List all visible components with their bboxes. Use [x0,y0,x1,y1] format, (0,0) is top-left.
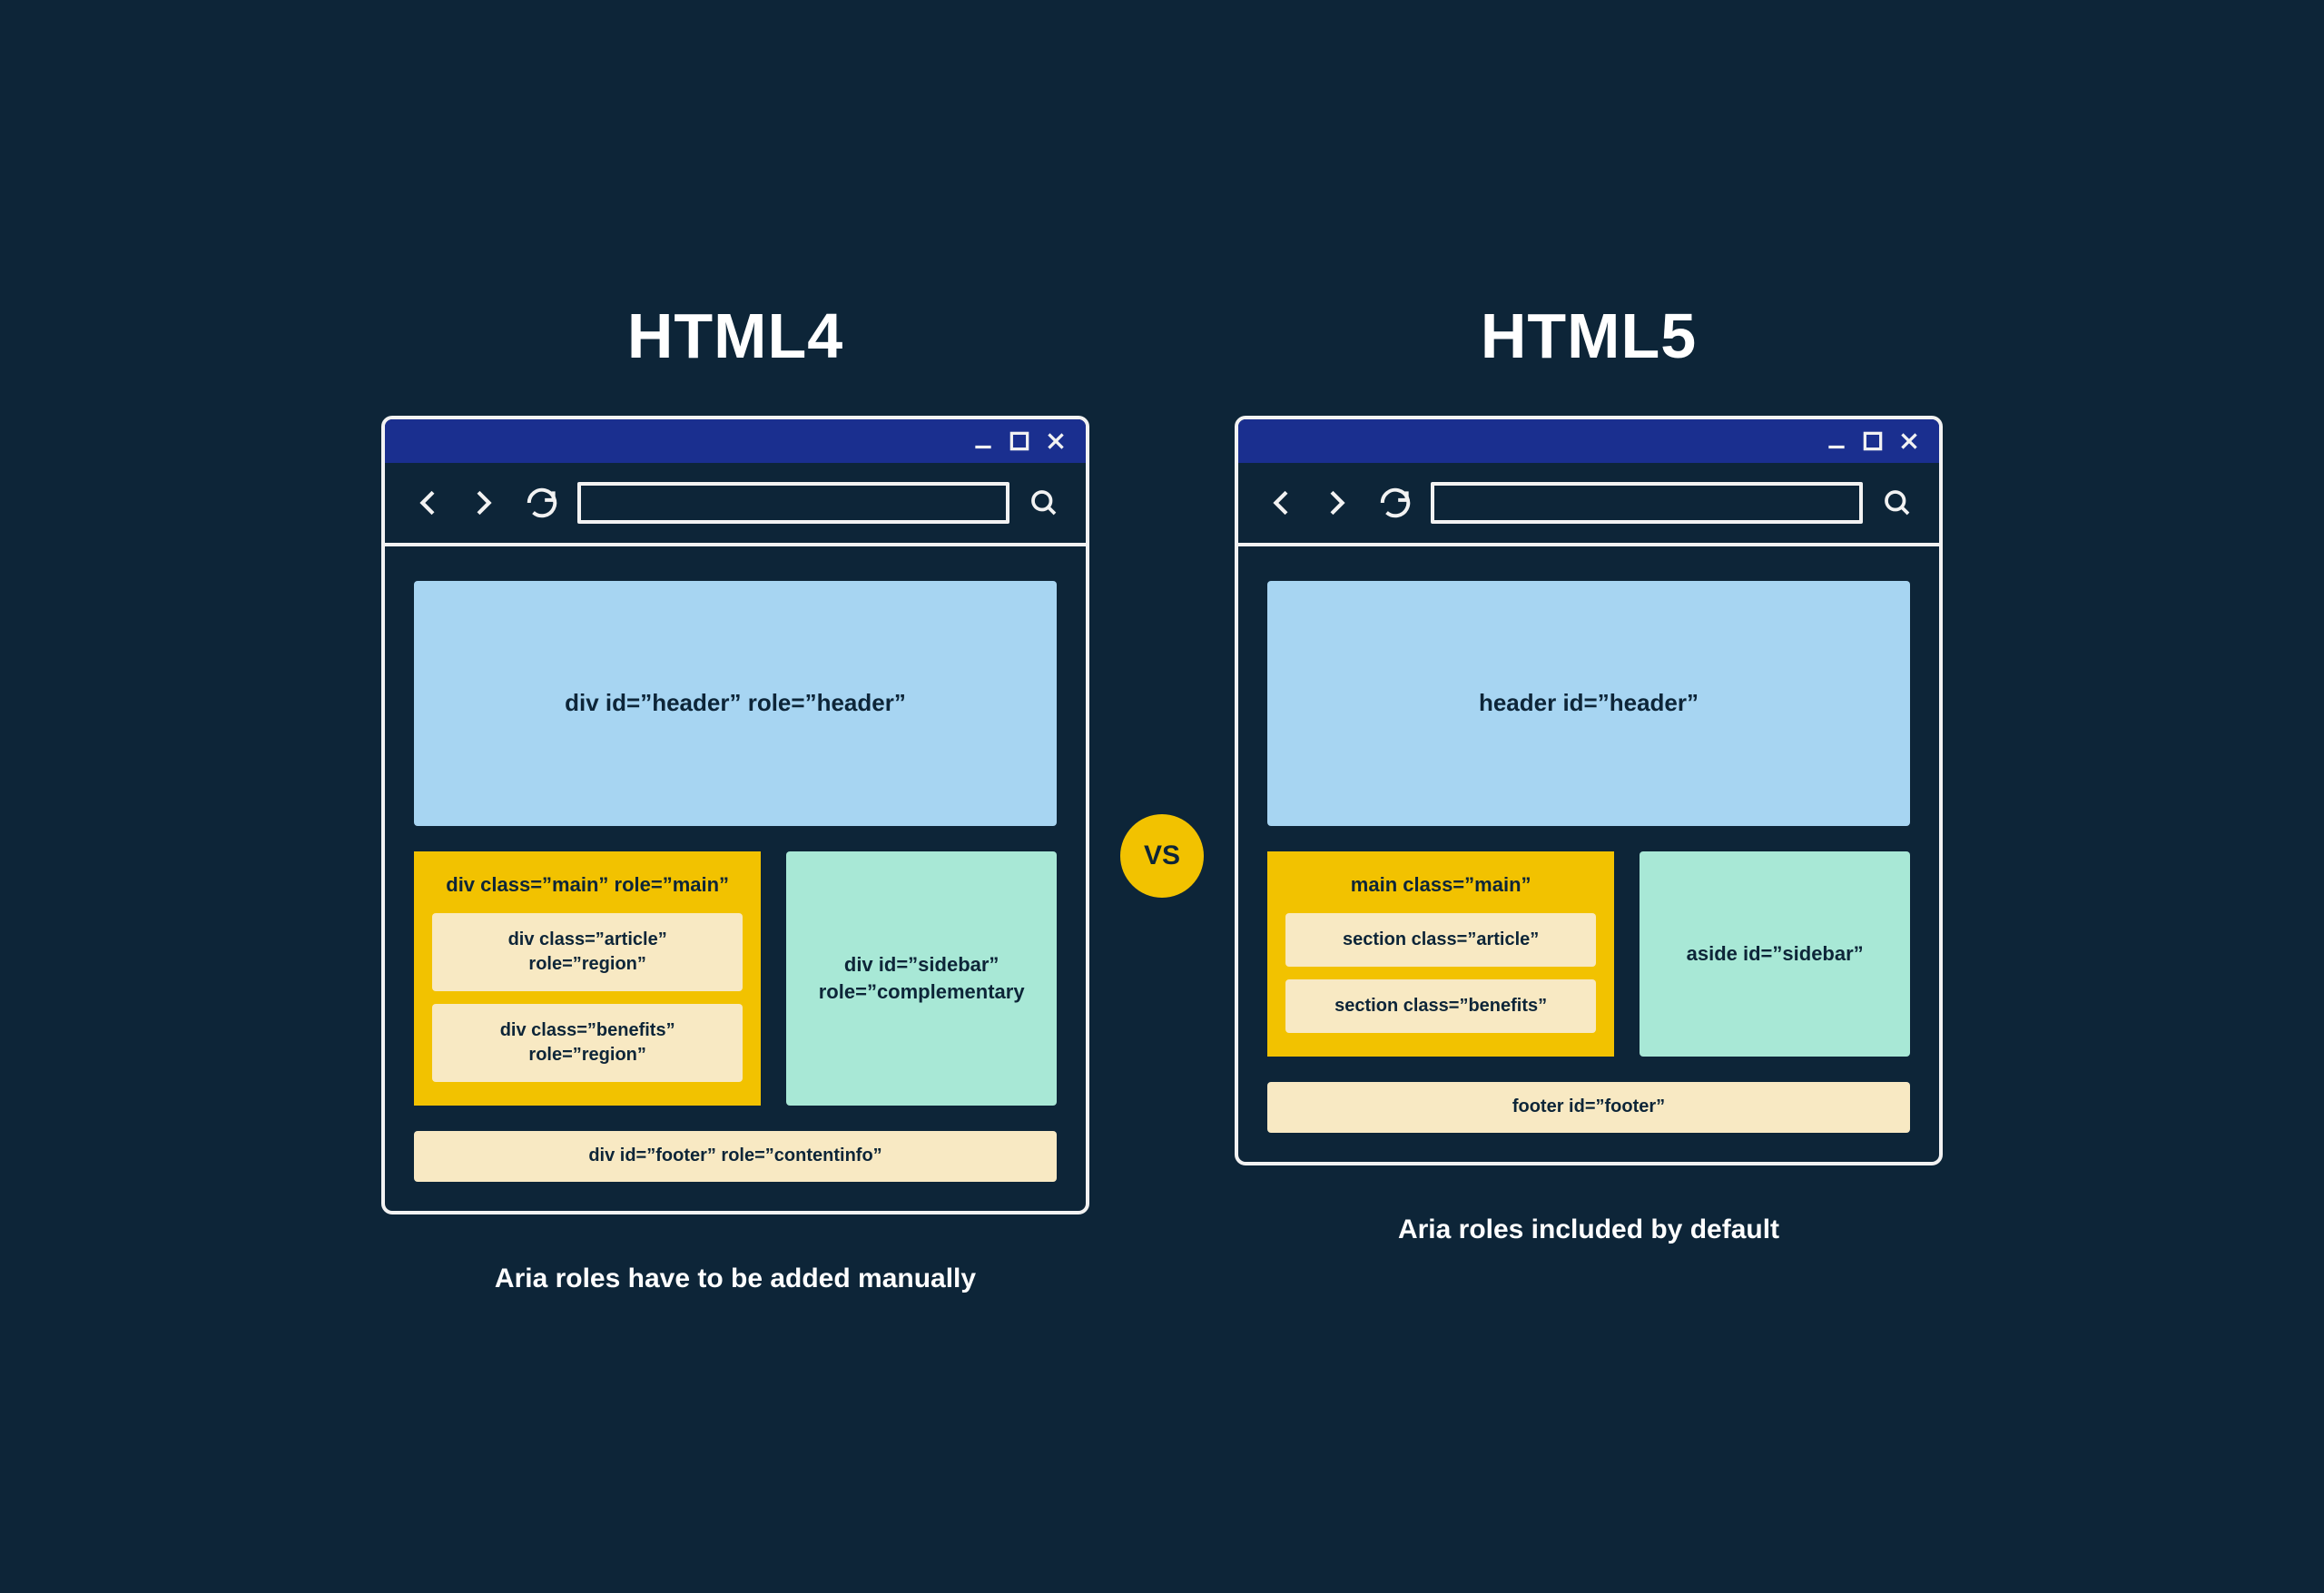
html5-column: HTML5 [1235,300,1943,1245]
html4-caption: Aria roles have to be added manually [495,1264,976,1294]
address-bar [1431,482,1863,524]
main-region-label: div class=”main” role=”main” [432,871,743,900]
vs-badge-container: VS [1089,696,1235,898]
browser-toolbar [385,463,1086,546]
chevron-left-icon [410,485,447,521]
chevron-right-icon [1318,485,1354,521]
maximize-icon [1861,429,1885,453]
browser-content: header id=”header” main class=”main” sec… [1238,546,1939,1162]
address-bar [577,482,1009,524]
middle-row: main class=”main” section class=”article… [1267,851,1910,1057]
maximize-icon [1008,429,1031,453]
window-titlebar [1238,419,1939,463]
minimize-icon [1825,429,1848,453]
html4-title: HTML4 [627,300,843,372]
sidebar-region: aside id=”sidebar” [1640,851,1910,1057]
chevron-left-icon [1264,485,1300,521]
footer-region: footer id=”footer” [1267,1082,1910,1133]
middle-row: div class=”main” role=”main” div class=”… [414,851,1057,1106]
footer-region: div id=”footer” role=”contentinfo” [414,1131,1057,1182]
search-icon [1028,487,1060,519]
article-region: section class=”article” [1285,913,1596,967]
close-icon [1044,429,1068,453]
header-region: div id=”header” role=”header” [414,581,1057,826]
vs-badge: VS [1120,814,1204,898]
chevron-right-icon [465,485,501,521]
header-region: header id=”header” [1267,581,1910,826]
html5-title: HTML5 [1481,300,1697,372]
diagram-container: HTML4 [290,300,2034,1294]
reload-icon [1378,486,1413,520]
article-region: div class=”article” role=”region” [432,913,743,991]
benefits-region: div class=”benefits” role=”region” [432,1004,743,1082]
window-titlebar [385,419,1086,463]
html5-caption: Aria roles included by default [1398,1214,1779,1245]
main-region: div class=”main” role=”main” div class=”… [414,851,761,1106]
browser-toolbar [1238,463,1939,546]
close-icon [1897,429,1921,453]
main-region: main class=”main” section class=”article… [1267,851,1614,1057]
reload-icon [525,486,559,520]
html4-browser-window: div id=”header” role=”header” div class=… [381,416,1089,1214]
browser-content: div id=”header” role=”header” div class=… [385,546,1086,1211]
search-icon [1881,487,1914,519]
main-region-label: main class=”main” [1285,871,1596,900]
html5-browser-window: header id=”header” main class=”main” sec… [1235,416,1943,1165]
sidebar-region: div id=”sidebar” role=”complementary [786,851,1057,1106]
html4-column: HTML4 [381,300,1089,1294]
minimize-icon [971,429,995,453]
benefits-region: section class=”benefits” [1285,979,1596,1033]
